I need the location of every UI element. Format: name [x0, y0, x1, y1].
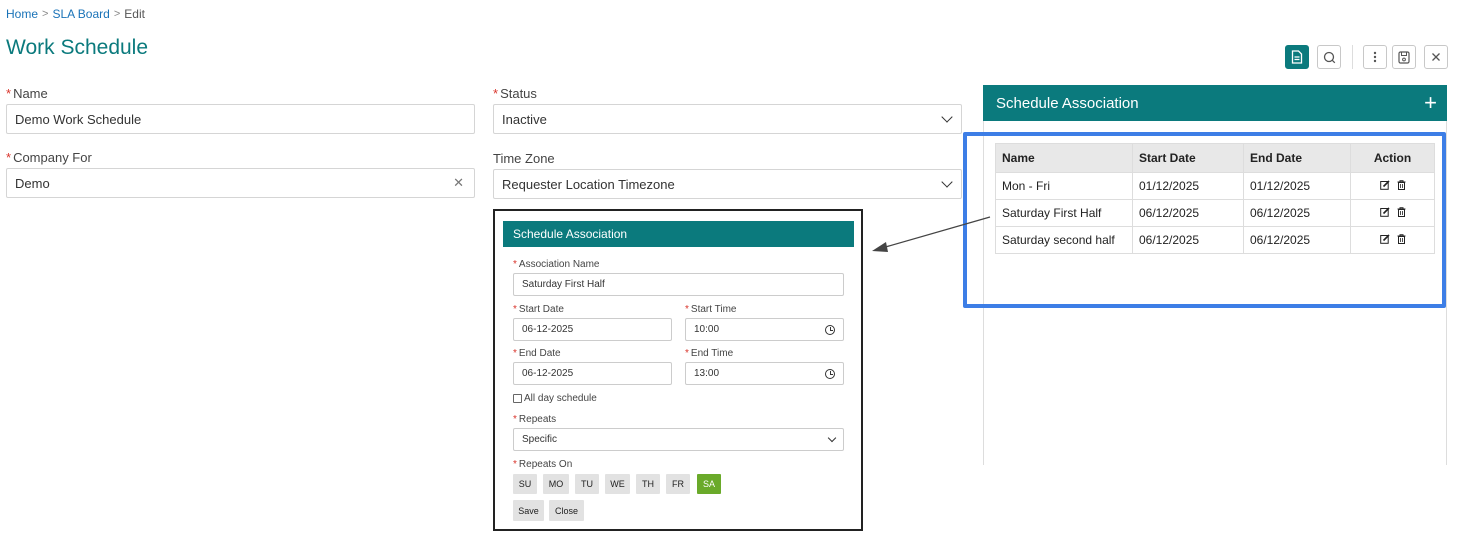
end-time-field[interactable]: 13:00 — [685, 362, 844, 385]
required-mark: * — [513, 304, 517, 315]
start-date-label: * Start Date — [513, 304, 564, 315]
start-time-value: 10:00 — [694, 324, 720, 335]
day-thursday[interactable]: TH — [636, 474, 660, 494]
required-mark: * — [513, 459, 517, 470]
association-name-label-text: Association Name — [518, 259, 600, 270]
day-tuesday[interactable]: TU — [575, 474, 599, 494]
required-mark: * — [513, 414, 517, 425]
day-saturday[interactable]: SA — [697, 474, 721, 494]
end-time-label: * End Time — [685, 348, 733, 359]
end-date-label: * End Date — [513, 348, 561, 359]
end-time-label-text: End Time — [690, 348, 734, 359]
start-time-field[interactable]: 10:00 — [685, 318, 844, 341]
association-name-value: Saturday First Half — [522, 279, 605, 290]
repeats-label: * Repeats — [513, 414, 556, 425]
day-friday[interactable]: FR — [666, 474, 690, 494]
required-mark: * — [513, 348, 517, 359]
start-time-label: * Start Time — [685, 304, 736, 315]
association-name-label: * Association Name — [513, 259, 600, 270]
end-time-value: 13:00 — [694, 368, 720, 379]
association-name-field[interactable]: Saturday First Half — [513, 273, 844, 296]
dialog-title: Schedule Association — [513, 227, 628, 241]
end-date-label-text: End Date — [518, 348, 561, 359]
repeats-on-label: * Repeats On — [513, 459, 572, 470]
repeats-select[interactable]: Specific — [513, 428, 844, 451]
dialog-save-button[interactable]: Save — [513, 500, 544, 521]
start-date-field[interactable]: 06-12-2025 — [513, 318, 672, 341]
chevron-down-icon — [827, 433, 837, 443]
all-day-checkbox[interactable] — [513, 394, 522, 403]
repeats-label-text: Repeats — [518, 414, 557, 425]
clock-icon[interactable] — [825, 324, 835, 335]
start-time-label-text: Start Time — [690, 304, 737, 315]
repeats-on-label-text: Repeats On — [518, 459, 573, 470]
required-mark: * — [513, 259, 517, 270]
dialog-header: Schedule Association — [503, 221, 854, 247]
required-mark: * — [685, 304, 689, 315]
all-day-label: All day schedule — [524, 393, 597, 404]
clock-icon[interactable] — [825, 368, 835, 379]
day-wednesday[interactable]: WE — [605, 474, 630, 494]
repeats-value: Specific — [522, 434, 558, 445]
end-date-value: 06-12-2025 — [522, 368, 574, 379]
dialog-close-button[interactable]: Close — [549, 500, 584, 521]
end-date-field[interactable]: 06-12-2025 — [513, 362, 672, 385]
required-mark: * — [685, 348, 689, 359]
start-date-value: 06-12-2025 — [522, 324, 574, 335]
day-monday[interactable]: MO — [543, 474, 569, 494]
start-date-label-text: Start Date — [518, 304, 564, 315]
day-sunday[interactable]: SU — [513, 474, 537, 494]
